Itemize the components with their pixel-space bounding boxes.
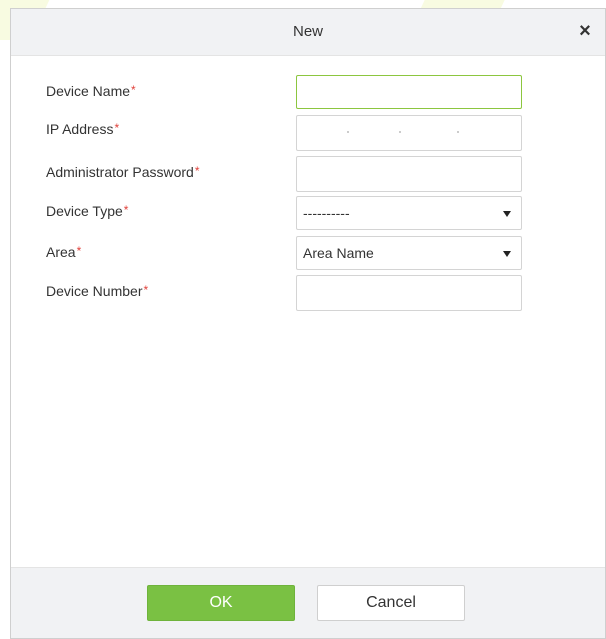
required-marker: * xyxy=(194,164,200,178)
required-marker: * xyxy=(143,283,149,297)
area-selected-value: Area Name xyxy=(303,245,374,261)
form-row-device-number: Device Number* xyxy=(11,275,605,311)
area-select[interactable]: Area Name xyxy=(296,236,522,270)
ip-address-input[interactable] xyxy=(296,115,522,151)
close-icon[interactable]: × xyxy=(575,21,595,41)
area-label: Area* xyxy=(46,244,81,260)
device-name-input[interactable] xyxy=(296,75,522,109)
device-number-input[interactable] xyxy=(296,275,522,311)
ip-separator-dot xyxy=(457,131,459,133)
ip-separator-dot xyxy=(347,131,349,133)
ok-button[interactable]: OK xyxy=(147,585,295,621)
device-type-label: Device Type* xyxy=(46,203,128,219)
device-type-label-text: Device Type xyxy=(46,203,123,219)
new-device-dialog: New × Device Name* IP Address* Administr… xyxy=(10,8,606,639)
form-row-device-name: Device Name* xyxy=(11,75,605,111)
ip-address-label-text: IP Address xyxy=(46,121,114,137)
cancel-button[interactable]: Cancel xyxy=(317,585,465,621)
dialog-footer: OK Cancel xyxy=(11,567,605,638)
device-type-select[interactable]: ---------- xyxy=(296,196,522,230)
required-marker: * xyxy=(76,244,82,258)
required-marker: * xyxy=(131,83,136,97)
device-number-label: Device Number* xyxy=(46,283,148,299)
dialog-title: New xyxy=(292,23,323,40)
ip-address-segments xyxy=(297,116,521,150)
required-marker: * xyxy=(114,121,120,135)
device-name-label: Device Name* xyxy=(46,83,136,99)
ip-address-label: IP Address* xyxy=(46,121,119,137)
ip-separator-dot xyxy=(399,131,401,133)
chevron-down-icon xyxy=(503,251,511,257)
form-row-admin-password: Administrator Password* xyxy=(11,156,605,192)
admin-password-label: Administrator Password* xyxy=(46,164,200,180)
area-label-text: Area xyxy=(46,244,76,260)
device-number-label-text: Device Number xyxy=(46,283,143,299)
dialog-header: New × xyxy=(11,9,605,56)
required-marker: * xyxy=(123,203,129,217)
chevron-down-icon xyxy=(503,211,511,217)
form-row-ip-address: IP Address* xyxy=(11,115,605,151)
form-row-area: Area* Area Name xyxy=(11,236,605,272)
admin-password-label-text: Administrator Password xyxy=(46,164,194,180)
admin-password-input[interactable] xyxy=(296,156,522,192)
device-type-selected-value: ---------- xyxy=(303,205,350,221)
device-name-label-text: Device Name xyxy=(46,83,131,99)
form-row-device-type: Device Type* ---------- xyxy=(11,196,605,232)
